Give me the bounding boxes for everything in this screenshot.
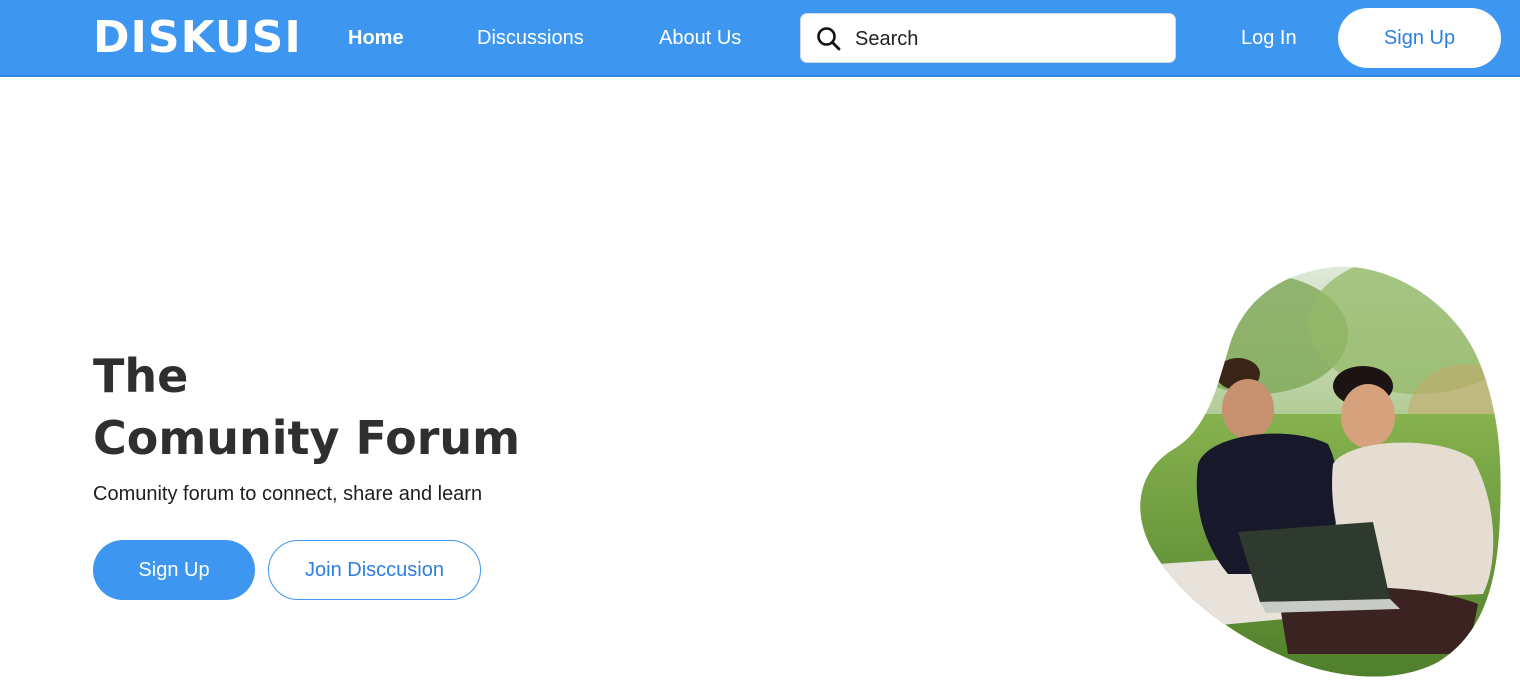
- join-discussion-button[interactable]: Join Disccusion: [268, 540, 481, 600]
- site-logo[interactable]: DISKUSI: [93, 12, 302, 64]
- nav-discussions-link[interactable]: Discussions: [477, 26, 584, 50]
- hero-title-line-1: The: [93, 349, 189, 403]
- hero-photo-students: [1140, 266, 1501, 677]
- hero-signup-button[interactable]: Sign Up: [93, 540, 255, 600]
- search-input[interactable]: [855, 24, 1155, 54]
- top-navbar: DISKUSI Home Discussions About Us Log In…: [0, 0, 1520, 77]
- nav-about-us-link[interactable]: About Us: [659, 26, 741, 50]
- hero-title: The Comunity Forum: [93, 345, 520, 469]
- search-icon: [817, 27, 841, 51]
- search-bar[interactable]: [800, 13, 1176, 63]
- login-link[interactable]: Log In: [1241, 26, 1297, 50]
- hero-subtitle: Comunity forum to connect, share and lea…: [93, 483, 483, 505]
- hero-title-line-2: Comunity Forum: [93, 411, 521, 465]
- header-signup-button[interactable]: Sign Up: [1338, 8, 1501, 68]
- nav-home-link[interactable]: Home: [348, 26, 404, 50]
